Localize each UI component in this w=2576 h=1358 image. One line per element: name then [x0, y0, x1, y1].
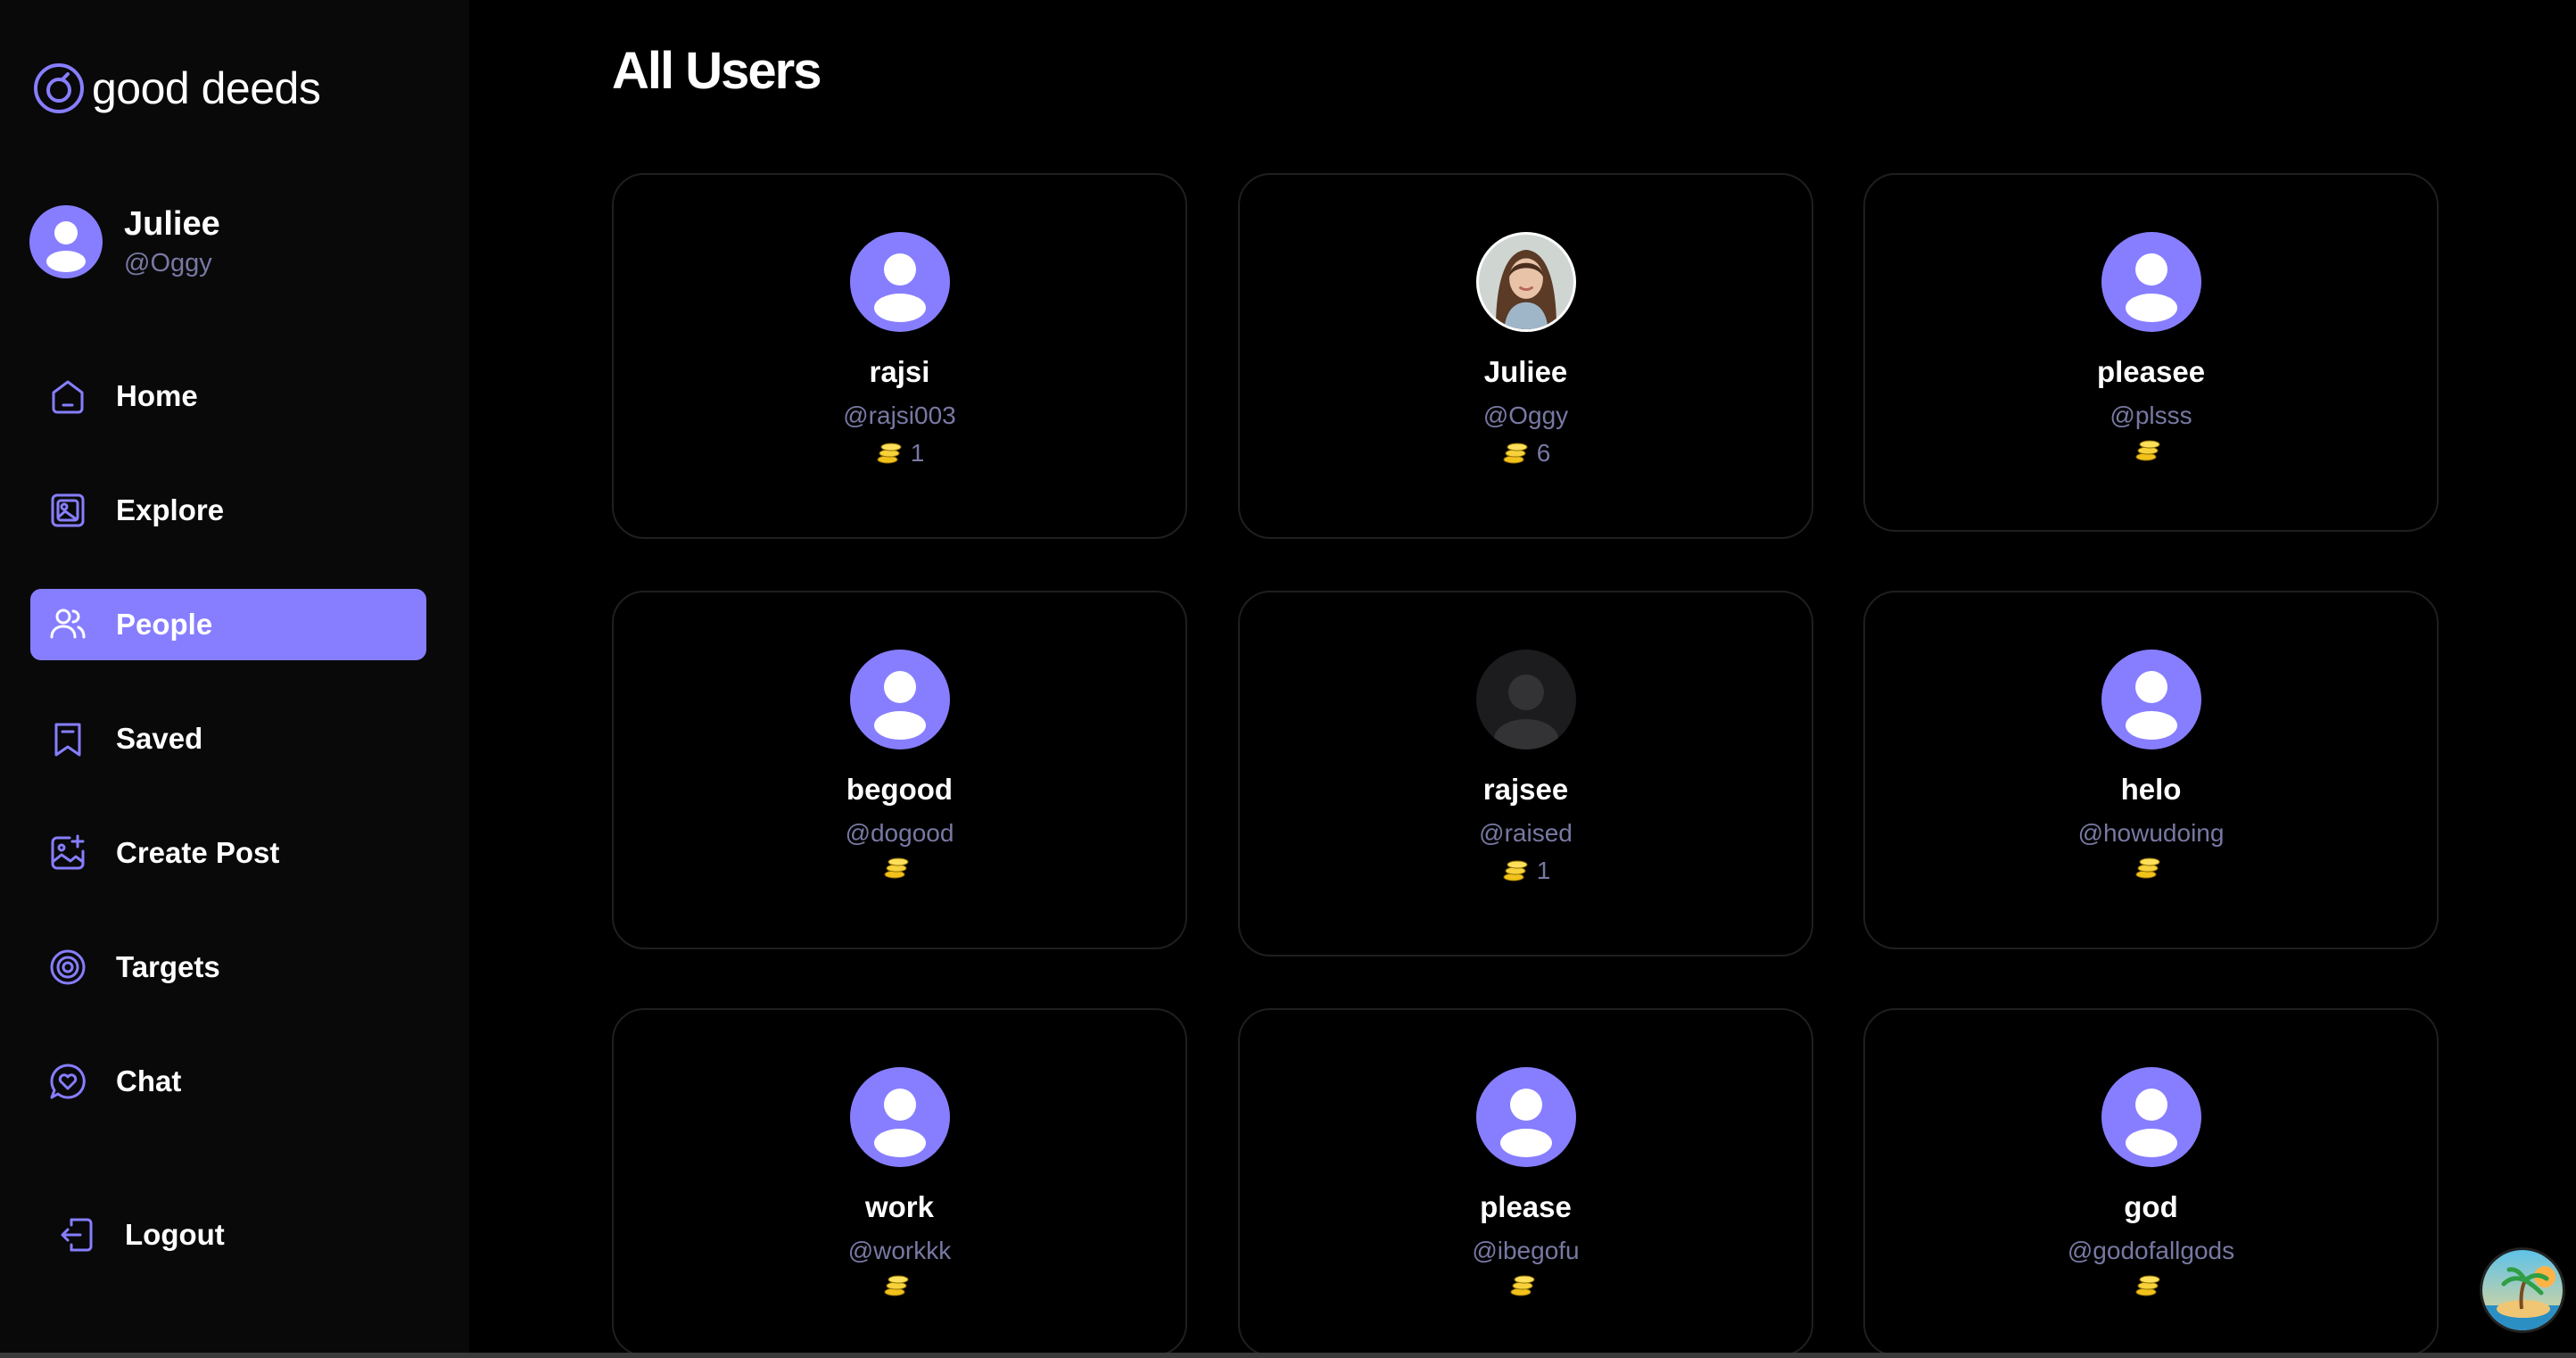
coin-value: 6 — [1536, 439, 1551, 467]
sidebar-item-label: Saved — [116, 722, 203, 755]
sidebar-item-explore[interactable]: Explore — [30, 475, 426, 546]
user-card[interactable]: begood @dogood — [612, 591, 1187, 949]
coins-icon — [884, 1275, 908, 1296]
sidebar-item-home[interactable]: Home — [30, 360, 426, 432]
sidebar-item-label: People — [116, 608, 213, 641]
user-card[interactable]: god @godofallgods — [1863, 1008, 2439, 1356]
sidebar-item-create-post[interactable]: Create Post — [30, 817, 426, 889]
logout-label: Logout — [125, 1218, 225, 1251]
avatar — [2101, 232, 2201, 332]
sidebar-item-label: Targets — [116, 950, 220, 983]
user-card[interactable]: Juliee @Oggy 6 — [1238, 173, 1813, 539]
sidebar-item-saved[interactable]: Saved — [30, 703, 426, 774]
user-name: rajsee — [1482, 773, 1569, 806]
user-name: god — [2124, 1190, 2178, 1223]
coin-count: 1 — [875, 439, 925, 468]
avatar — [1475, 1067, 1576, 1167]
user-name: work — [864, 1190, 935, 1223]
user-card[interactable]: helo @howudoing — [1863, 591, 2439, 949]
logout-button[interactable]: Logout — [55, 1213, 225, 1256]
coin-count — [2134, 1274, 2169, 1297]
user-handle: @Oggy — [1482, 402, 1569, 429]
user-card[interactable]: please @ibegofu — [1238, 1008, 1813, 1356]
user-handle: @raised — [1479, 819, 1573, 847]
coin-count — [1508, 1274, 1544, 1297]
coins-icon — [877, 443, 902, 464]
assistant-fab[interactable] — [2480, 1247, 2565, 1333]
app-name: good deeds — [92, 63, 321, 113]
coin-value: 1 — [1536, 857, 1551, 884]
coin-count: 6 — [1501, 439, 1551, 468]
target-icon — [50, 949, 86, 985]
coin-count — [882, 1274, 918, 1297]
sidebar-nav: Home Explore People Saved Create Post Ta… — [30, 360, 426, 1160]
user-name: begood — [846, 773, 954, 806]
coins-icon — [2135, 440, 2159, 461]
coins-icon — [1510, 1275, 1534, 1296]
coins-icon — [2135, 857, 2159, 879]
avatar — [2101, 1067, 2201, 1167]
logo[interactable]: good deeds — [33, 62, 321, 114]
sidebar-item-targets[interactable]: Targets — [30, 932, 426, 1003]
profile[interactable]: Juliee @Oggy — [29, 205, 220, 278]
chat-heart-icon — [50, 1064, 86, 1099]
coins-icon — [1503, 443, 1528, 464]
coin-value: 1 — [910, 439, 925, 467]
logout-icon — [61, 1218, 93, 1252]
sidebar-item-label: Create Post — [116, 836, 280, 869]
bookmark-icon — [54, 723, 81, 757]
coins-icon — [1503, 860, 1528, 882]
profile-name: Juliee — [124, 205, 220, 243]
user-handle: @ibegofu — [1472, 1237, 1580, 1264]
user-name: Juliee — [1483, 355, 1568, 388]
coins-icon — [884, 857, 908, 879]
home-icon — [52, 380, 84, 414]
user-handle: @godofallgods — [2067, 1237, 2235, 1264]
island-icon — [2482, 1250, 2563, 1330]
gallery-icon — [51, 493, 85, 527]
coin-count: 1 — [1501, 857, 1551, 885]
user-name: please — [1480, 1190, 1572, 1223]
user-card[interactable]: rajsi @rajsi003 1 — [612, 173, 1187, 539]
people-icon — [50, 609, 86, 639]
sidebar-item-chat[interactable]: Chat — [30, 1046, 426, 1117]
sidebar-item-label: Home — [116, 379, 198, 412]
user-handle: @workkk — [847, 1237, 952, 1264]
user-card[interactable]: pleasee @plsss — [1863, 173, 2439, 532]
user-card[interactable]: rajsee @raised 1 — [1238, 591, 1813, 956]
user-handle: @howudoing — [2077, 819, 2225, 847]
sidebar-item-label: Chat — [116, 1064, 182, 1097]
coins-icon — [2135, 1275, 2159, 1296]
avatar — [2101, 650, 2201, 749]
avatar — [849, 650, 950, 749]
bottom-border — [0, 1353, 2576, 1358]
sidebar-item-people[interactable]: People — [30, 589, 426, 660]
user-handle: @plsss — [2110, 402, 2192, 429]
avatar — [29, 205, 103, 278]
coin-count — [882, 857, 918, 880]
user-name: pleasee — [2096, 355, 2206, 388]
logo-icon — [34, 63, 84, 113]
user-handle: @rajsi003 — [843, 402, 956, 429]
avatar — [849, 232, 950, 332]
user-name: helo — [2120, 773, 2182, 806]
avatar — [1475, 232, 1576, 332]
profile-handle: @Oggy — [124, 249, 212, 277]
coin-count — [2134, 439, 2169, 462]
sidebar-item-label: Explore — [116, 493, 225, 526]
coin-count — [2134, 857, 2169, 880]
user-handle: @dogood — [845, 819, 954, 847]
user-name: rajsi — [869, 355, 930, 388]
add-image-icon — [51, 834, 85, 870]
avatar — [849, 1067, 950, 1167]
avatar — [1475, 650, 1576, 749]
page-title: All Users — [612, 42, 822, 100]
sidebar: good deeds Juliee @Oggy Home Explore Peo… — [0, 0, 469, 1353]
user-card[interactable]: work @workkk — [612, 1008, 1187, 1356]
